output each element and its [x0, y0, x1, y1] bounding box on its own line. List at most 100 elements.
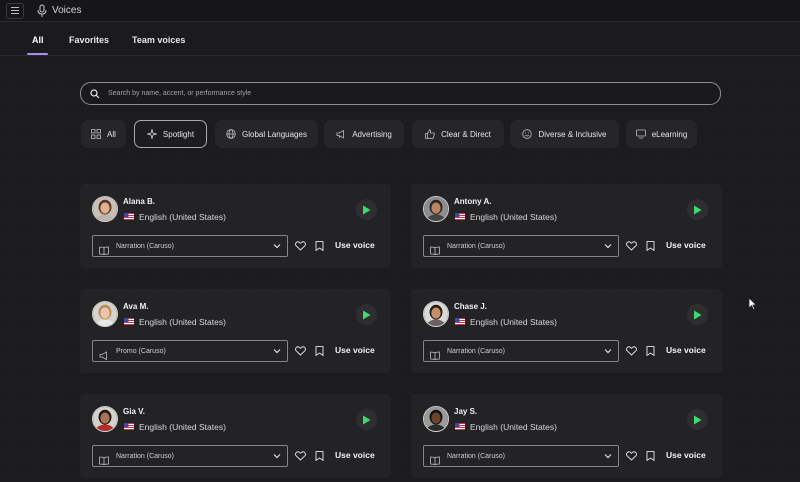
heart-icon[interactable]	[295, 346, 306, 356]
heart-icon[interactable]	[295, 241, 306, 251]
us-flag-icon	[124, 423, 134, 430]
avatar	[423, 196, 449, 222]
play-button[interactable]	[356, 304, 377, 325]
search-bar[interactable]: Search by name, accent, or performance s…	[80, 82, 721, 105]
bookmark-icon[interactable]	[315, 346, 324, 356]
bookmark-icon[interactable]	[315, 451, 324, 461]
search-input[interactable]: Search by name, accent, or performance s…	[108, 90, 251, 97]
use-voice-button[interactable]: Use voice	[335, 345, 375, 355]
filter-spotlight[interactable]: Spotlight	[134, 120, 207, 148]
play-icon	[363, 205, 371, 214]
avatar	[92, 196, 118, 222]
voice-name: Ava M.	[123, 302, 149, 311]
use-voice-button[interactable]: Use voice	[666, 345, 706, 355]
search-icon	[90, 88, 100, 98]
style-select[interactable]: Narration (Caruso)	[423, 235, 619, 257]
voice-card[interactable]: Alana B. English (United States) Narration…	[80, 184, 391, 268]
play-icon	[694, 415, 702, 424]
filter-label: All	[107, 129, 116, 139]
play-button[interactable]	[687, 409, 708, 430]
filter-diverse-inclusive[interactable]: Diverse & Inclusive	[510, 120, 619, 148]
use-voice-button[interactable]: Use voice	[666, 240, 706, 250]
book-icon	[99, 242, 109, 255]
bookmark-icon[interactable]	[315, 241, 324, 251]
style-select-value: Narration (Caruso)	[116, 242, 174, 250]
chevron-down-icon	[273, 349, 281, 354]
style-select-value: Promo (Caruso)	[116, 347, 166, 355]
play-button[interactable]	[356, 199, 377, 220]
use-voice-button[interactable]: Use voice	[666, 450, 706, 460]
tab-favorites[interactable]: Favorites	[69, 35, 109, 45]
filter-global-languages[interactable]: Global Languages	[215, 120, 318, 148]
chevron-down-icon	[273, 244, 281, 249]
chevron-down-icon	[604, 349, 612, 354]
voice-name: Antony A.	[454, 197, 492, 206]
bookmark-icon[interactable]	[646, 451, 655, 461]
tab-all[interactable]: All	[32, 35, 44, 45]
grid-icon	[91, 129, 101, 139]
sparkle-icon	[146, 129, 157, 139]
voice-language: English (United States)	[470, 317, 557, 327]
megaphone-icon	[336, 129, 345, 139]
heart-icon[interactable]	[626, 241, 637, 251]
book-icon	[99, 452, 109, 465]
voice-language: English (United States)	[470, 212, 557, 222]
book-icon	[430, 347, 440, 360]
filter-advertising[interactable]: Advertising	[324, 120, 404, 148]
use-voice-button[interactable]: Use voice	[335, 450, 375, 460]
avatar	[423, 301, 449, 327]
style-select[interactable]: Narration (Caruso)	[423, 340, 619, 362]
voice-card[interactable]: Jay S. English (United States) Narration (…	[411, 394, 722, 478]
bookmark-icon[interactable]	[646, 346, 655, 356]
voice-name: Jay S.	[454, 407, 478, 416]
play-icon	[694, 310, 702, 319]
avatar	[92, 406, 118, 432]
globe-icon	[226, 129, 236, 139]
book-icon	[430, 452, 440, 465]
style-select[interactable]: Promo (Caruso)	[92, 340, 288, 362]
voice-card[interactable]: Chase J. English (United States) Narration…	[411, 289, 722, 373]
filter-elearning[interactable]: eLearning	[626, 120, 697, 148]
play-icon	[363, 310, 371, 319]
voice-language: English (United States)	[139, 422, 226, 432]
heart-icon[interactable]	[295, 451, 306, 461]
monitor-icon	[635, 129, 646, 139]
avatar	[423, 406, 449, 432]
voice-card[interactable]: Antony A. English (United States) Narratio…	[411, 184, 722, 268]
voice-name: Alana B.	[123, 197, 156, 206]
style-select[interactable]: Narration (Caruso)	[423, 445, 619, 467]
voice-card[interactable]: Gia V. English (United States) Narration (…	[80, 394, 391, 478]
us-flag-icon	[124, 213, 134, 220]
voice-card[interactable]: Ava M. English (United States) Promo (Caru…	[80, 289, 391, 373]
voice-name: Gia V.	[123, 407, 145, 416]
style-select[interactable]: Narration (Caruso)	[92, 445, 288, 467]
filter-label: Clear & Direct	[441, 129, 491, 139]
heart-icon[interactable]	[626, 451, 637, 461]
chevron-down-icon	[604, 244, 612, 249]
thumbs-up-icon	[425, 129, 435, 139]
style-select[interactable]: Narration (Caruso)	[92, 235, 288, 257]
page-title: Voices	[52, 5, 82, 16]
style-select-value: Narration (Caruso)	[447, 242, 505, 250]
chevron-down-icon	[273, 454, 281, 459]
use-voice-button[interactable]: Use voice	[335, 240, 375, 250]
filter-all[interactable]: All	[81, 120, 126, 148]
heart-icon[interactable]	[626, 346, 637, 356]
us-flag-icon	[455, 318, 465, 325]
top-bar: Voices	[0, 0, 800, 22]
play-button[interactable]	[356, 409, 377, 430]
filter-clear-direct[interactable]: Clear & Direct	[412, 120, 504, 148]
filter-label: Diverse & Inclusive	[538, 129, 607, 139]
voice-language: English (United States)	[139, 317, 226, 327]
play-button[interactable]	[687, 199, 708, 220]
bookmark-icon[interactable]	[646, 241, 655, 251]
voice-language: English (United States)	[470, 422, 557, 432]
tab-team-voices[interactable]: Team voices	[132, 35, 185, 45]
filter-label: Spotlight	[162, 129, 195, 139]
menu-icon[interactable]	[6, 2, 24, 19]
play-button[interactable]	[687, 304, 708, 325]
tab-bar: All Favorites Team voices	[0, 22, 800, 56]
voice-name: Chase J.	[454, 302, 487, 311]
style-select-value: Narration (Caruso)	[447, 452, 505, 460]
microphone-icon	[36, 4, 48, 18]
